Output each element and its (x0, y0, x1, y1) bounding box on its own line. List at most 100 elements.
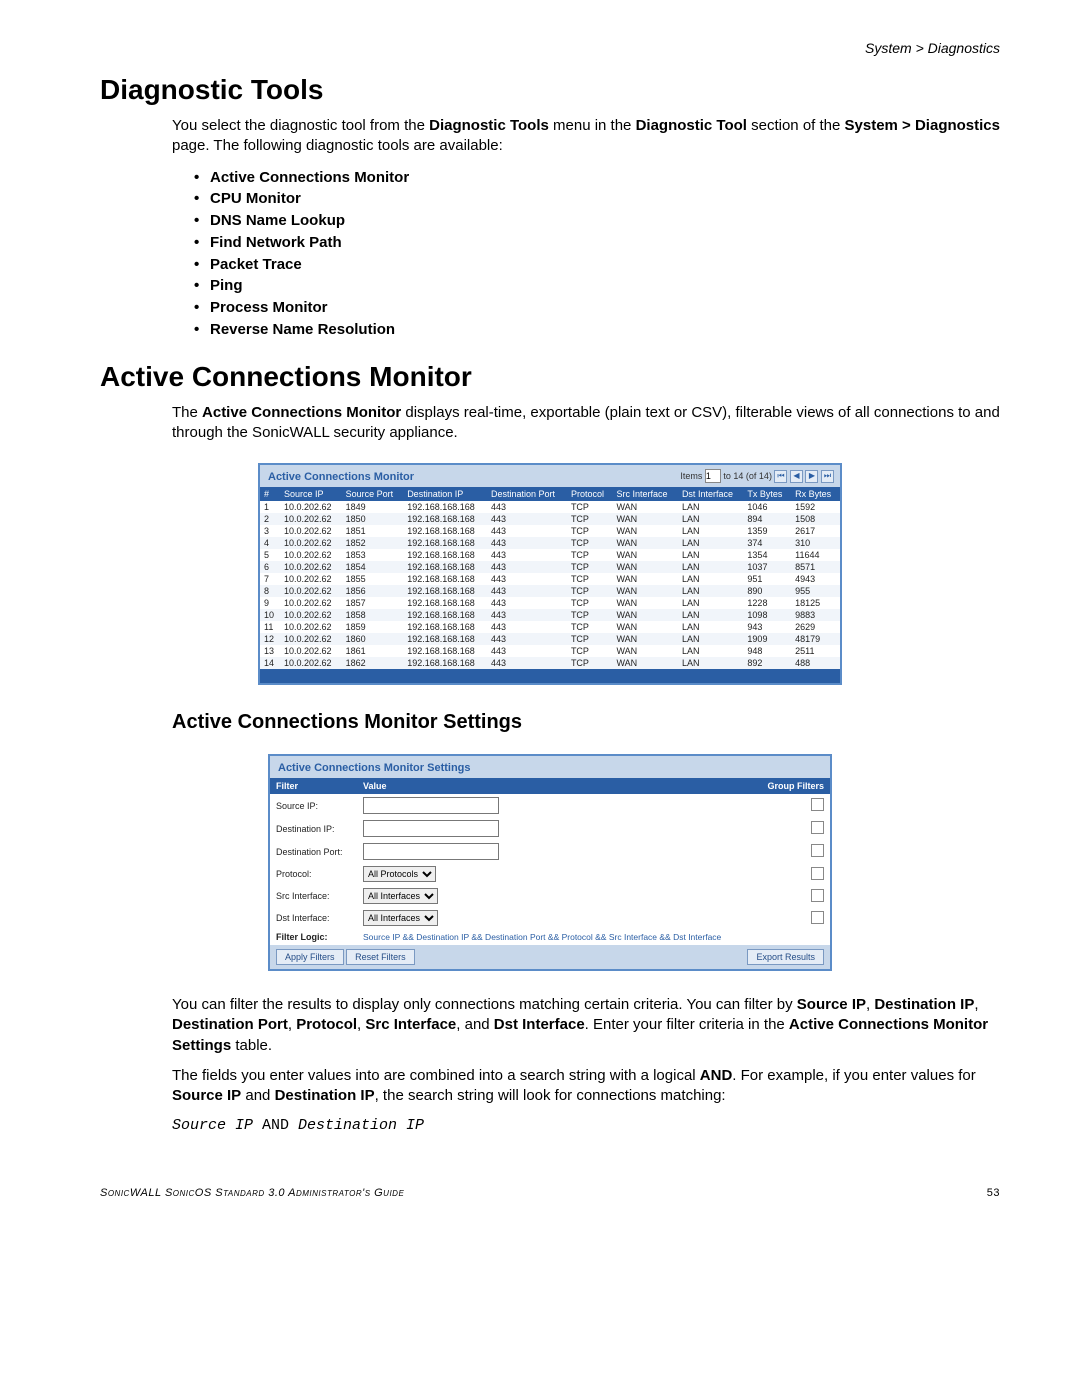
filter-input[interactable] (363, 820, 499, 837)
table-cell: 10.0.202.62 (280, 537, 342, 549)
table-cell: 192.168.168.168 (403, 549, 487, 561)
heading-acm-settings: Active Connections Monitor Settings (172, 709, 1000, 736)
table-cell: LAN (678, 513, 743, 525)
table-cell: 443 (487, 609, 567, 621)
table-cell: 443 (487, 501, 567, 513)
group-filter-checkbox[interactable] (811, 889, 824, 902)
filter-input[interactable] (363, 843, 499, 860)
table-cell: 1508 (791, 513, 840, 525)
table-cell: 192.168.168.168 (403, 537, 487, 549)
table-cell: 192.168.168.168 (403, 561, 487, 573)
filter-select[interactable]: All Protocols (363, 866, 436, 882)
table-cell: 192.168.168.168 (403, 513, 487, 525)
table-cell: 2 (260, 513, 280, 525)
filter-input[interactable] (363, 797, 499, 814)
tool-list-item: CPU Monitor (194, 188, 1000, 210)
table-cell: 2511 (791, 645, 840, 657)
table-cell: 10.0.202.62 (280, 525, 342, 537)
table-cell: WAN (612, 645, 677, 657)
table-cell: WAN (612, 633, 677, 645)
table-cell: 890 (743, 585, 791, 597)
table-cell: 192.168.168.168 (403, 609, 487, 621)
column-header[interactable]: Rx Bytes (791, 487, 840, 501)
group-filter-checkbox[interactable] (811, 844, 824, 857)
column-header[interactable]: Destination IP (403, 487, 487, 501)
column-header[interactable]: Dst Interface (678, 487, 743, 501)
table-cell: 1228 (743, 597, 791, 609)
table-cell: TCP (567, 585, 613, 597)
acm-panel: Active Connections Monitor Items to 14 (… (258, 463, 842, 685)
acm-panel-tools: Items to 14 (of 14) ⏮ ◀ ▶ ⏭ (674, 465, 840, 487)
table-cell: LAN (678, 633, 743, 645)
filter-select[interactable]: All Interfaces (363, 888, 438, 904)
filter-label: Protocol: (270, 863, 357, 885)
table-cell: 8 (260, 585, 280, 597)
nav-next-icon[interactable]: ▶ (805, 470, 818, 483)
table-cell: 443 (487, 645, 567, 657)
column-header[interactable]: Destination Port (487, 487, 567, 501)
table-cell: LAN (678, 537, 743, 549)
table-cell: 443 (487, 513, 567, 525)
table-cell: 1359 (743, 525, 791, 537)
nav-last-icon[interactable]: ⏭ (821, 470, 834, 483)
tool-list: Active Connections MonitorCPU MonitorDNS… (194, 167, 1000, 341)
group-filter-checkbox[interactable] (811, 911, 824, 924)
table-cell: 2617 (791, 525, 840, 537)
table-cell: 10.0.202.62 (280, 597, 342, 609)
nav-prev-icon[interactable]: ◀ (790, 470, 803, 483)
table-cell: 192.168.168.168 (403, 621, 487, 633)
table-row: 310.0.202.621851192.168.168.168443TCPWAN… (260, 525, 840, 537)
table-cell: TCP (567, 645, 613, 657)
table-cell: WAN (612, 513, 677, 525)
column-header[interactable]: Source IP (280, 487, 342, 501)
tool-list-item: Process Monitor (194, 297, 1000, 319)
table-cell: 443 (487, 657, 567, 669)
export-results-button[interactable]: Export Results (747, 949, 824, 965)
table-cell: LAN (678, 609, 743, 621)
column-header[interactable]: Src Interface (612, 487, 677, 501)
table-cell: 1046 (743, 501, 791, 513)
column-header[interactable]: # (260, 487, 280, 501)
table-cell: 10 (260, 609, 280, 621)
code-line: Source IP AND Destination IP (172, 1116, 1000, 1136)
col-filter: Filter (270, 778, 357, 794)
table-cell: 1592 (791, 501, 840, 513)
table-cell: 943 (743, 621, 791, 633)
heading-acm: Active Connections Monitor (100, 361, 1000, 393)
filter-label: Destination IP: (270, 817, 357, 840)
nav-first-icon[interactable]: ⏮ (774, 470, 787, 483)
column-header[interactable]: Tx Bytes (743, 487, 791, 501)
table-cell: LAN (678, 561, 743, 573)
column-header[interactable]: Source Port (342, 487, 404, 501)
table-cell: LAN (678, 597, 743, 609)
table-cell: 488 (791, 657, 840, 669)
table-cell: 1851 (342, 525, 404, 537)
table-cell: 10.0.202.62 (280, 609, 342, 621)
table-cell: 955 (791, 585, 840, 597)
table-cell: WAN (612, 561, 677, 573)
table-cell: TCP (567, 501, 613, 513)
acm-paragraph: The Active Connections Monitor displays … (172, 403, 1000, 444)
tool-list-item: Ping (194, 275, 1000, 297)
table-row: 1210.0.202.621860192.168.168.168443TCPWA… (260, 633, 840, 645)
table-cell: 14 (260, 657, 280, 669)
column-header[interactable]: Protocol (567, 487, 613, 501)
apply-filters-button[interactable]: Apply Filters (276, 949, 344, 965)
table-cell: WAN (612, 597, 677, 609)
filter-select[interactable]: All Interfaces (363, 910, 438, 926)
table-cell: 1 (260, 501, 280, 513)
table-cell: 10.0.202.62 (280, 657, 342, 669)
group-filter-checkbox[interactable] (811, 798, 824, 811)
group-filter-checkbox[interactable] (811, 821, 824, 834)
filter-label: Src Interface: (270, 885, 357, 907)
group-filter-checkbox[interactable] (811, 867, 824, 880)
table-row: 710.0.202.621855192.168.168.168443TCPWAN… (260, 573, 840, 585)
items-input[interactable] (705, 469, 721, 483)
table-row: 1410.0.202.621862192.168.168.168443TCPWA… (260, 657, 840, 669)
table-cell: 192.168.168.168 (403, 633, 487, 645)
table-cell: 1856 (342, 585, 404, 597)
table-cell: 3 (260, 525, 280, 537)
reset-filters-button[interactable]: Reset Filters (346, 949, 415, 965)
settings-panel: Active Connections Monitor Settings Filt… (268, 754, 832, 971)
table-cell: 1861 (342, 645, 404, 657)
